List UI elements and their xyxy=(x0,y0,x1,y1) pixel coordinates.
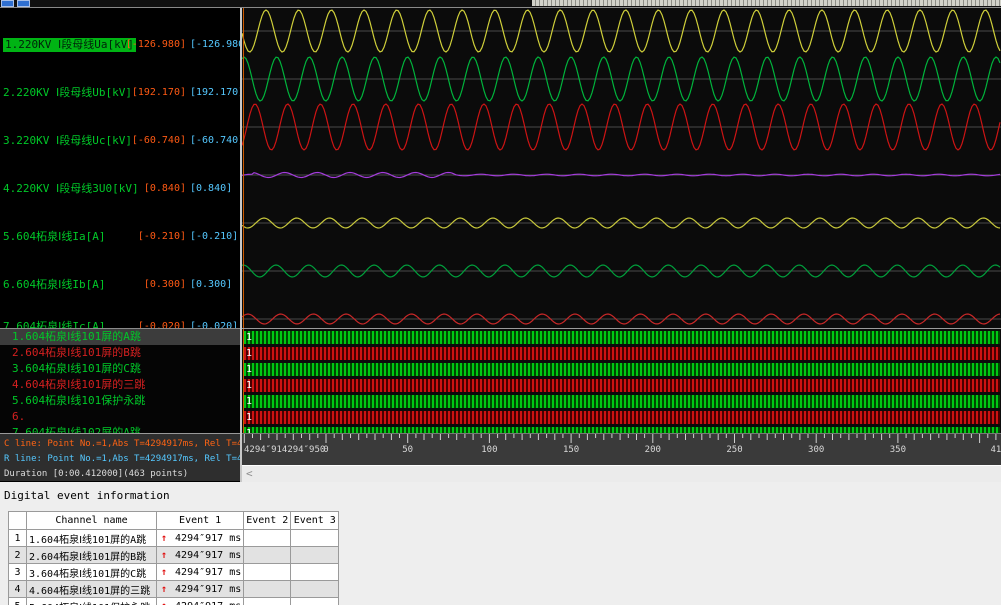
channel-label[interactable]: 6.604柘泉Ⅰ线Ib[A] xyxy=(3,278,105,292)
time-axis-ruler[interactable]: 4294″914294″950 05010015020025030035041 xyxy=(242,433,1001,465)
digital-channel-row-1[interactable]: 1.604柘泉Ⅰ线101屏的A跳 xyxy=(0,329,240,345)
analog-channel-row-1[interactable]: 1.220KV Ⅰ段母线Ua[kV] [-126.980] [-126.980] xyxy=(0,38,240,52)
table-row[interactable]: 3 3.604柘泉Ⅰ线101屏的C跳 ↑4294″917 ms xyxy=(9,564,339,581)
channel-label[interactable]: 2.220KV Ⅰ段母线Ub[kV] xyxy=(3,86,132,100)
channel-label[interactable]: 7.604柘泉Ⅰ线Ic[A] xyxy=(3,320,105,328)
header-event2: Event 2 xyxy=(244,512,291,530)
digital-channel-label-panel: 1.604柘泉Ⅰ线101屏的A跳 2.604柘泉Ⅰ线101屏的B跳 3.604柘… xyxy=(0,328,240,433)
axis-tick-label: 0 xyxy=(323,445,328,455)
ref-value: [0.840] xyxy=(190,182,240,196)
digital-trace-4[interactable]: 1 xyxy=(244,379,1000,392)
ref-value: [-0.210] xyxy=(190,230,240,244)
section-title: Digital event information xyxy=(4,489,170,502)
analog-channel-label-panel: 1.220KV Ⅰ段母线Ua[kV] [-126.980] [-126.980]… xyxy=(0,8,240,328)
axis-tick-label: 250 xyxy=(726,445,742,455)
digital-trace-5[interactable]: 1 xyxy=(244,395,1000,408)
cursor-value: [0.840] xyxy=(124,182,186,196)
analog-channel-row-6[interactable]: 6.604柘泉Ⅰ线Ib[A] [0.300] [0.300] xyxy=(0,278,240,292)
digital-trace-3[interactable]: 1 xyxy=(244,363,1000,376)
ref-value: [-0.020] xyxy=(190,320,240,328)
cursor-value: [0.300] xyxy=(124,278,186,292)
table-row[interactable]: 5 5.604柘泉Ⅰ线101保护永跳 ↑4294″917 ms xyxy=(9,598,339,605)
channel-label[interactable]: 3.220KV Ⅰ段母线Uc[kV] xyxy=(3,134,132,148)
digital-event-section: Digital event information Channel name E… xyxy=(0,482,1001,605)
axis-tick-label: 200 xyxy=(645,445,661,455)
channel-label[interactable]: 1.220KV Ⅰ段母线Ua[kV] xyxy=(3,38,136,52)
rising-edge-icon: ↑ xyxy=(161,533,167,544)
table-row[interactable]: 1 1.604柘泉Ⅰ线101屏的A跳 ↑4294″917 ms xyxy=(9,530,339,547)
rising-edge-icon: ↑ xyxy=(161,584,167,595)
toolbar-button-1[interactable] xyxy=(1,0,14,7)
analog-channel-row-5[interactable]: 5.604柘泉Ⅰ线Ia[A] [-0.210] [-0.210] xyxy=(0,230,240,244)
toolbar-button-2[interactable] xyxy=(17,0,30,7)
cursor-value: [-126.980] xyxy=(124,38,186,52)
waveform-analysis-window: 1.220KV Ⅰ段母线Ua[kV] [-126.980] [-126.980]… xyxy=(0,0,1001,605)
horizontal-scrollbar[interactable]: < xyxy=(242,465,1001,482)
c-cursor-info: C line: Point No.=1,Abs T=4294917ms, Rel… xyxy=(4,437,236,452)
cursor-value: [192.170] xyxy=(124,86,186,100)
axis-tick-label: 50 xyxy=(402,445,413,455)
cursor-value: [-0.210] xyxy=(124,230,186,244)
ref-value: [0.300] xyxy=(190,278,240,292)
digital-channel-row-5[interactable]: 5.604柘泉Ⅰ线101保护永跳 xyxy=(0,393,240,409)
digital-trace-1[interactable]: 1 xyxy=(244,331,1000,344)
axis-tick-label: 150 xyxy=(563,445,579,455)
rising-edge-icon: ↑ xyxy=(161,567,167,578)
channel-label[interactable]: 5.604柘泉Ⅰ线Ia[A] xyxy=(3,230,105,244)
analog-channel-row-7[interactable]: 7.604柘泉Ⅰ线Ic[A] [-0.020] [-0.020] xyxy=(0,320,240,328)
cursor-value: [-60.740] xyxy=(124,134,186,148)
table-row[interactable]: 4 4.604柘泉Ⅰ线101屏的三跳 ↑4294″917 ms xyxy=(9,581,339,598)
cursor-value: [-0.020] xyxy=(124,320,186,328)
analog-channel-row-2[interactable]: 2.220KV Ⅰ段母线Ub[kV] [192.170] [192.170] xyxy=(0,86,240,100)
digital-channel-row-2[interactable]: 2.604柘泉Ⅰ线101屏的B跳 xyxy=(0,345,240,361)
duration-info: Duration [0:00.412000](463 points) xyxy=(4,467,236,481)
header-event3: Event 3 xyxy=(291,512,339,530)
ref-value: [-126.980] xyxy=(190,38,240,52)
ref-value: [-60.740] xyxy=(190,134,240,148)
event-table-header: Channel name Event 1 Event 2 Event 3 xyxy=(9,512,339,530)
axis-tick-label: 41 xyxy=(991,445,1001,455)
digital-trace-panel[interactable]: 1 1 1 1 1 1 1 xyxy=(242,328,1001,433)
header-event1: Event 1 xyxy=(157,512,244,530)
top-strip xyxy=(0,0,1001,8)
r-cursor-info: R line: Point No.=1,Abs T=4294917ms, Rel… xyxy=(4,452,236,467)
table-row[interactable]: 2 2.604柘泉Ⅰ线101屏的B跳 ↑4294″917 ms xyxy=(9,547,339,564)
cursor-info-panel: C line: Point No.=1,Abs T=4294917ms, Rel… xyxy=(0,433,240,481)
header-channel-name: Channel name xyxy=(27,512,157,530)
digital-channel-row-7[interactable]: 7.604柘泉Ⅰ线102屏的A跳 xyxy=(0,425,240,433)
analog-channel-row-4[interactable]: 4.220KV Ⅰ段母线3U0[kV] [0.840] [0.840] xyxy=(0,182,240,196)
digital-trace-2[interactable]: 1 xyxy=(244,347,1000,360)
event-table: Channel name Event 1 Event 2 Event 3 1 1… xyxy=(8,511,339,605)
rising-edge-icon: ↑ xyxy=(161,550,167,561)
digital-trace-6[interactable]: 1 xyxy=(244,411,1000,424)
rising-edge-icon: ↑ xyxy=(161,601,167,605)
digital-channel-row-4[interactable]: 4.604柘泉Ⅰ线101屏的三跳 xyxy=(0,377,240,393)
analog-waveform-panel[interactable] xyxy=(242,8,1001,328)
axis-tick-label: 350 xyxy=(890,445,906,455)
channel-label[interactable]: 4.220KV Ⅰ段母线3U0[kV] xyxy=(3,182,139,196)
scroll-left-arrow-icon[interactable]: < xyxy=(246,467,253,480)
clipped-titlebar-text xyxy=(532,0,1001,6)
ref-value: [192.170] xyxy=(190,86,240,100)
digital-channel-row-3[interactable]: 3.604柘泉Ⅰ线101屏的C跳 xyxy=(0,361,240,377)
digital-channel-row-6[interactable]: 6. xyxy=(0,409,240,425)
axis-tick-label: 300 xyxy=(808,445,824,455)
axis-tick-label: 100 xyxy=(481,445,497,455)
analog-channel-row-3[interactable]: 3.220KV Ⅰ段母线Uc[kV] [-60.740] [-60.740] xyxy=(0,134,240,148)
